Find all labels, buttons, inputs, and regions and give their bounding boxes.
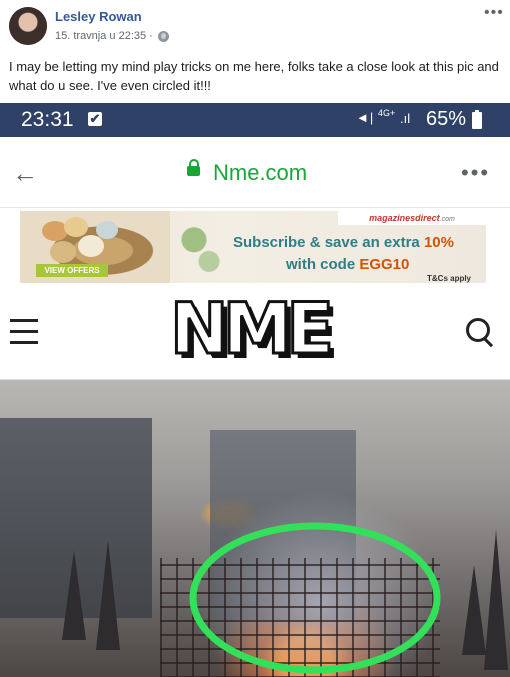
battery-percent: 65% [426, 108, 467, 130]
url-text[interactable]: Nme.com [213, 160, 307, 186]
mute-vibrate-icon: ◄| [356, 110, 375, 125]
notification-check-icon: ✔ [88, 111, 102, 126]
ad-brand-logo: magazinesdirect.com [338, 211, 486, 225]
ad-headline: Subscribe & save an extra 10% [233, 234, 454, 251]
ad-code-line: with code EGG10 [286, 256, 409, 273]
ad-line1-text: Subscribe & save an extra [233, 234, 424, 251]
post-caption: I may be letting my mind play tricks on … [9, 59, 499, 93]
author-avatar[interactable] [9, 7, 47, 45]
search-icon[interactable] [466, 318, 490, 342]
ad-line1-accent: 10% [423, 234, 454, 251]
ad-brand-suffix: .com [439, 216, 455, 223]
site-logo[interactable]: NME NME [168, 288, 342, 370]
globe-icon[interactable] [157, 30, 169, 42]
plant-image [170, 211, 230, 283]
lock-icon [187, 159, 200, 176]
ad-banner[interactable]: VIEW OFFERS magazinesdirect.com Subscrib… [20, 211, 486, 283]
view-offers-button[interactable]: VIEW OFFERS [36, 264, 108, 277]
hamburger-menu-icon[interactable] [10, 319, 38, 345]
site-header: NME NME [0, 287, 510, 380]
network-type-label: 4G+ [378, 108, 396, 118]
ad-line2-text: with code [286, 256, 360, 273]
post-options-icon[interactable]: ••• [484, 4, 504, 22]
highlight-circle [189, 522, 441, 674]
post-header: Lesley Rowan 15. travnja u 22:35 · ••• [0, 0, 510, 52]
article-photo[interactable] [0, 380, 510, 677]
signal-bars-icon: .ıl [400, 111, 411, 126]
embedded-screenshot[interactable]: 23:31 ✔ ◄| 4G+ .ıl 65% ← Nme.com ••• VIE… [0, 103, 510, 677]
author-name[interactable]: Lesley Rowan [55, 9, 142, 24]
ad-brand-text: magazinesdirect [369, 213, 440, 223]
post-meta: 15. travnja u 22:35 · [55, 30, 169, 42]
site-logo-text: NME [168, 288, 335, 370]
browser-toolbar: ← Nme.com ••• [0, 137, 510, 208]
ad-promo-code: EGG10 [359, 256, 410, 273]
phone-status-bar: 23:31 ✔ ◄| 4G+ .ıl 65% [0, 103, 510, 137]
post-timestamp[interactable]: 15. travnja u 22:35 · [55, 30, 153, 42]
status-time: 23:31 [21, 108, 74, 131]
battery-icon [472, 110, 482, 129]
browser-menu-icon[interactable]: ••• [461, 160, 490, 186]
back-arrow-icon[interactable]: ← [12, 160, 38, 186]
ad-terms: T&Cs apply [427, 274, 472, 283]
